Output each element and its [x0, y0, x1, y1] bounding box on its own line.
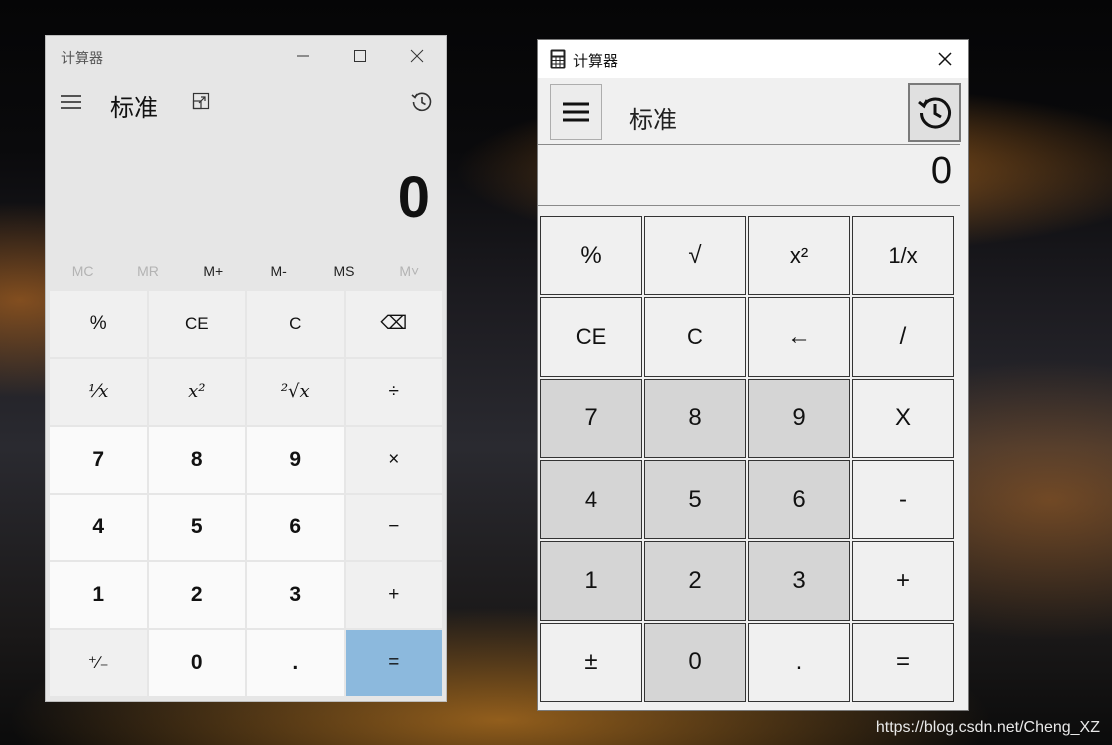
key-button[interactable]: 9	[748, 378, 850, 458]
result-display: 0	[397, 165, 430, 230]
key-button[interactable]: .	[247, 630, 344, 696]
title-bar[interactable]: 计算器	[46, 36, 446, 74]
minimize-button[interactable]	[280, 42, 326, 70]
memory-button[interactable]: MS	[311, 258, 376, 284]
mode-title: 标准	[110, 95, 158, 122]
watermark-text: https://blog.csdn.net/Cheng_XZ	[875, 719, 1100, 736]
result-display: 0	[930, 150, 952, 192]
memory-button[interactable]: MC	[50, 258, 115, 284]
close-icon[interactable]	[936, 50, 954, 68]
key-button[interactable]: 4	[50, 494, 147, 561]
key-button[interactable]: 5	[148, 494, 245, 561]
key-button[interactable]: =	[345, 630, 442, 696]
calculator-window-win10: 计算器 标准 0 MC MR M+ M- MS M˅ % CE C ⌫ ⅟x x² ²√x ÷ 7 8 9 × 4…	[46, 36, 446, 701]
memory-button[interactable]: M+	[181, 258, 246, 284]
key-button[interactable]: x²	[748, 216, 850, 296]
key-button[interactable]: /	[852, 297, 954, 377]
key-button[interactable]: 7	[540, 378, 642, 458]
window-title: 计算器	[61, 50, 103, 66]
title-bar[interactable]: 计算器	[538, 40, 968, 78]
key-button[interactable]: =	[852, 622, 954, 702]
minimize-icon	[297, 55, 309, 57]
history-button[interactable]	[908, 83, 961, 142]
key-button[interactable]: ×	[345, 426, 442, 493]
key-button[interactable]: 7	[50, 426, 147, 493]
close-button[interactable]	[394, 42, 440, 70]
history-icon[interactable]	[410, 90, 434, 114]
key-button[interactable]: 2	[148, 562, 245, 629]
memory-button[interactable]: MR	[115, 258, 180, 284]
key-button[interactable]: ±	[540, 622, 642, 702]
memory-button[interactable]: M˅	[377, 258, 442, 284]
key-button[interactable]: X	[852, 378, 954, 458]
key-button[interactable]: -	[852, 460, 954, 540]
key-button[interactable]: ⅟x	[50, 358, 147, 425]
key-button[interactable]: 8	[148, 426, 245, 493]
key-button[interactable]: 1/x	[852, 216, 954, 296]
key-button[interactable]: %	[540, 216, 642, 296]
maximize-icon	[354, 50, 366, 62]
key-button[interactable]: +	[852, 541, 954, 621]
key-button[interactable]: 3	[247, 562, 344, 629]
key-button[interactable]: 1	[50, 562, 147, 629]
key-button[interactable]: CE	[148, 291, 245, 357]
key-button[interactable]: −	[345, 494, 442, 561]
history-icon	[917, 97, 951, 128]
key-button[interactable]: 2	[644, 541, 746, 621]
key-button[interactable]: 5	[644, 460, 746, 540]
key-button[interactable]: 8	[644, 378, 746, 458]
key-button[interactable]: C	[247, 291, 344, 357]
key-button[interactable]: ²√x	[247, 358, 344, 425]
key-button[interactable]: CE	[540, 297, 642, 377]
keep-on-top-icon[interactable]	[192, 92, 210, 110]
key-button[interactable]: .	[748, 622, 850, 702]
key-button[interactable]: 9	[247, 426, 344, 493]
window-title: 计算器	[573, 53, 619, 70]
menu-button[interactable]	[550, 84, 602, 140]
key-button[interactable]: 6	[748, 460, 850, 540]
divider	[538, 205, 960, 206]
key-button[interactable]: x²	[148, 358, 245, 425]
key-button[interactable]: %	[50, 291, 147, 357]
memory-row: MC MR M+ M- MS M˅	[50, 258, 442, 284]
key-button[interactable]: ⌫	[345, 291, 442, 357]
key-button[interactable]: 0	[148, 630, 245, 696]
calculator-app-icon	[550, 49, 566, 69]
key-button[interactable]: +	[345, 562, 442, 629]
keypad: % √ x² 1/x CE C ←/ 7 8 9 X 4 5 6- 1 2 3 + ±0. =	[540, 216, 954, 702]
key-button[interactable]: ←	[748, 297, 850, 377]
calculator-window-custom: 计算器 标准 0 % √ x² 1/x CE C ←/ 7 8 9 X 4 5 6- 1 2 3 + ±0. =	[538, 40, 968, 710]
key-button[interactable]: ÷	[345, 358, 442, 425]
maximize-button[interactable]	[337, 42, 383, 70]
key-button[interactable]: √	[644, 216, 746, 296]
key-button[interactable]: C	[644, 297, 746, 377]
key-button[interactable]: 1	[540, 541, 642, 621]
mode-title: 标准	[629, 107, 677, 134]
key-button[interactable]: 0	[644, 622, 746, 702]
divider	[538, 144, 960, 145]
hamburger-menu-icon	[563, 102, 589, 122]
key-button[interactable]: ⁺∕₋	[50, 630, 147, 696]
key-button[interactable]: 4	[540, 460, 642, 540]
key-button[interactable]: 3	[748, 541, 850, 621]
keypad: % CE C ⌫ ⅟x x² ²√x ÷ 7 8 9 × 4 5 6− 1 2 3 + ⁺∕₋ 0. =	[50, 291, 442, 696]
key-button[interactable]: 6	[247, 494, 344, 561]
hamburger-menu-icon[interactable]	[60, 94, 82, 110]
memory-button[interactable]: M-	[246, 258, 311, 284]
close-icon	[410, 49, 424, 63]
